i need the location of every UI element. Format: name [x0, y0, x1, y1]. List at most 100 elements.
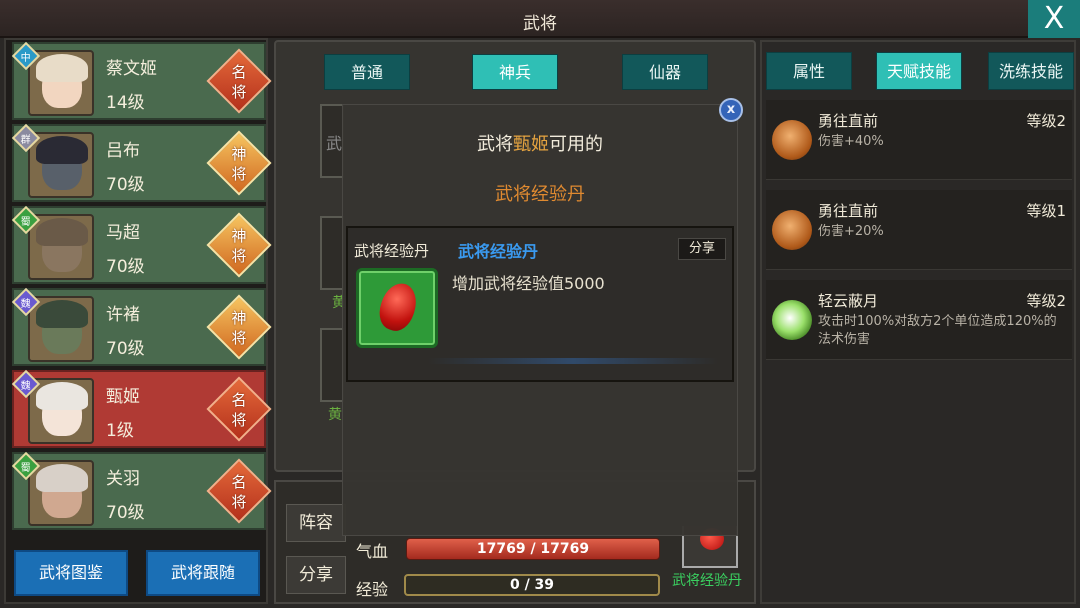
hero-encyclopedia-button[interactable]: 武将图鉴	[14, 550, 128, 596]
hero-card[interactable]: 群吕布 70级 神将	[11, 123, 272, 202]
hero-level: 14级	[106, 93, 145, 113]
hero-hair	[36, 54, 88, 82]
exp-pill-name: 武将经验丹	[672, 573, 742, 589]
red-gem-icon	[374, 278, 422, 336]
faction-label: 蜀	[21, 216, 31, 228]
modal-heading-prefix: 武将	[477, 134, 513, 155]
skill-level: 等级2	[1026, 112, 1066, 130]
rank-char: 将	[231, 83, 247, 101]
modal-subheading: 武将经验丹	[495, 184, 585, 205]
hp-label: 气血	[356, 542, 389, 561]
rank-char: 将	[231, 165, 247, 183]
item-share-button[interactable]: 分享	[678, 238, 726, 260]
fist-icon	[772, 120, 812, 160]
rank-label: 名将	[226, 380, 252, 440]
hero-level: 1级	[106, 421, 134, 441]
skill-item[interactable]: 勇往直前 等级2 伤害+40%	[766, 100, 1072, 180]
rank-char: 名	[231, 63, 247, 81]
rank-label: 神将	[226, 298, 252, 358]
tab-immortal-artifact[interactable]: 仙器	[622, 54, 708, 90]
hero-hair	[36, 300, 88, 328]
exp-pill-icon[interactable]	[356, 268, 438, 348]
hp-bar: 17769 / 17769	[406, 538, 660, 560]
hero-card[interactable]: 蜀关羽 70级 名将	[11, 451, 272, 530]
cloud-moon-icon	[772, 300, 812, 340]
skill-item[interactable]: 轻云蔽月 等级2 攻击时100%对敌方2个单位造成120%的法术伤害	[766, 280, 1072, 360]
tab-talent-skills[interactable]: 天赋技能	[876, 52, 962, 90]
hero-level: 70级	[106, 339, 145, 359]
modal-heading-suffix: 可用的	[549, 134, 603, 155]
rank-label: 名将	[226, 462, 252, 522]
hero-level: 70级	[106, 175, 145, 195]
close-button[interactable]: X	[1028, 0, 1080, 38]
page-title: 武将	[523, 14, 557, 34]
skill-desc: 攻击时100%对敌方2个单位造成120%的法术伤害	[818, 314, 1057, 347]
equipment-slot[interactable]: 武	[320, 104, 344, 178]
skill-desc: 伤害+20%	[818, 224, 884, 239]
equipment-slot[interactable]	[320, 216, 344, 290]
skill-name: 勇往直前	[818, 112, 879, 130]
hero-portrait	[28, 50, 94, 116]
share-button[interactable]: 分享	[286, 556, 346, 594]
title-bar: 武将	[0, 0, 1080, 38]
hero-follow-button[interactable]: 武将跟随	[146, 550, 260, 596]
modal-close-button[interactable]: x	[719, 98, 743, 122]
tab-normal[interactable]: 普通	[324, 54, 410, 90]
rank-label: 神将	[226, 134, 252, 194]
slot-label: 黄	[328, 407, 342, 423]
hero-level: 70级	[106, 503, 145, 523]
hero-card[interactable]: 魏甄姬 1级 名将	[11, 369, 272, 448]
hero-hair	[36, 218, 88, 246]
hero-portrait	[28, 378, 94, 444]
hero-name: 吕布	[106, 141, 140, 161]
hero-name: 蔡文姬	[106, 59, 157, 79]
faction-label: 魏	[21, 298, 31, 310]
rank-char: 将	[231, 247, 247, 265]
hero-portrait	[28, 214, 94, 280]
rank-char: 将	[231, 329, 247, 347]
hero-portrait	[28, 296, 94, 362]
rank-label: 神将	[226, 216, 252, 276]
hero-hair	[36, 382, 88, 410]
hero-name: 许褚	[106, 305, 140, 325]
faction-label: 魏	[21, 380, 31, 392]
tab-attributes[interactable]: 属性	[766, 52, 852, 90]
hero-level: 70级	[106, 257, 145, 277]
rank-label: 名将	[226, 52, 252, 112]
xp-label: 经验	[356, 580, 389, 599]
skill-name: 轻云蔽月	[818, 292, 879, 310]
modal-hero-name: 甄姬	[513, 134, 549, 155]
rank-char: 神	[231, 145, 247, 163]
hero-hair	[36, 464, 88, 492]
hero-name: 马超	[106, 223, 140, 243]
hero-portrait	[28, 132, 94, 198]
modal-heading: 武将甄姬可用的	[342, 130, 738, 156]
item-name: 武将经验丹	[458, 242, 539, 261]
hero-portrait	[28, 460, 94, 526]
tab-refine-skills[interactable]: 洗练技能	[988, 52, 1074, 90]
skill-level: 等级2	[1026, 292, 1066, 310]
lineup-button[interactable]: 阵容	[286, 504, 346, 542]
item-description: 增加武将经验值5000	[452, 274, 605, 293]
rank-char: 名	[231, 391, 247, 409]
item-detail-card[interactable]: 武将经验丹 武将经验丹 分享 增加武将经验值5000	[346, 226, 734, 382]
xp-bar: 0 / 39	[404, 574, 660, 596]
skill-item[interactable]: 勇往直前 等级1 伤害+20%	[766, 190, 1072, 270]
hero-roster: 中蔡文姬 14级名将群吕布 70级神将蜀马超 70级神将魏许褚 70级神将魏甄姬 1级名将…	[4, 38, 272, 604]
hero-card[interactable]: 中蔡文姬 14级 名将	[11, 41, 272, 120]
rank-char: 将	[231, 411, 247, 429]
item-label: 武将经验丹	[354, 242, 430, 260]
equipment-slot[interactable]	[320, 328, 344, 402]
rank-char: 名	[231, 473, 247, 491]
hero-hair	[36, 136, 88, 164]
rank-char: 神	[231, 309, 247, 327]
faction-label: 群	[21, 134, 31, 146]
faction-label: 中	[21, 52, 31, 64]
hero-card[interactable]: 蜀马超 70级 神将	[11, 205, 272, 284]
skills-panel: 属性 天赋技能 洗练技能 勇往直前 等级2 伤害+40% 勇往直前 等级1 伤害…	[760, 40, 1076, 604]
rank-char: 神	[231, 227, 247, 245]
hero-card[interactable]: 魏许褚 70级 神将	[11, 287, 272, 366]
hero-name: 关羽	[106, 469, 140, 489]
skill-level: 等级1	[1026, 202, 1066, 220]
tab-divine-weapon[interactable]: 神兵	[472, 54, 558, 90]
